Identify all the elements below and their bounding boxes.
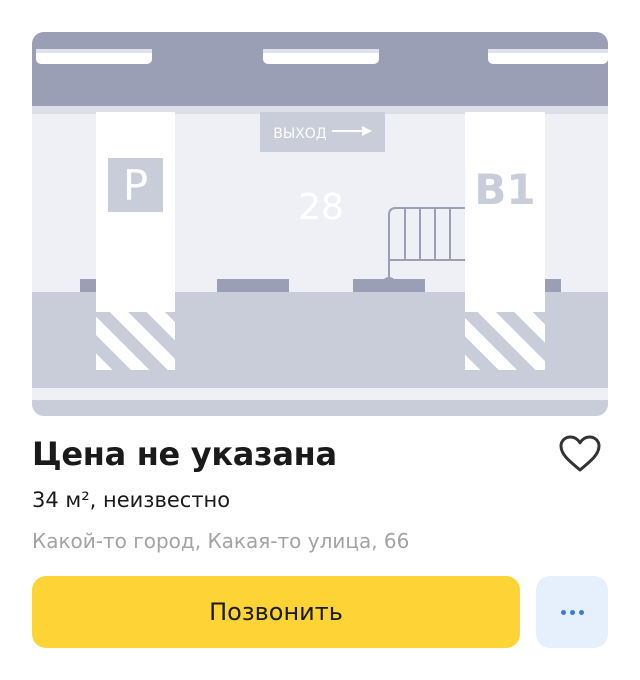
more-options-button[interactable] [536, 576, 608, 648]
price-title: Цена не указана [32, 435, 337, 473]
spot-number-text: 28 [298, 187, 344, 228]
parking-illustration: P B1 ВЫХОД 28 [32, 32, 608, 416]
heart-outline-icon [559, 435, 601, 472]
listing-card[interactable]: P B1 ВЫХОД 28 Цена не указана 34 м², неи… [0, 0, 640, 680]
listing-address: Какой-то город, Какая-то улица, 66 [32, 529, 410, 553]
level-sign-text: B1 [474, 165, 535, 214]
more-dots-icon [560, 609, 584, 615]
favorite-button[interactable] [556, 432, 604, 476]
listing-photo[interactable]: P B1 ВЫХОД 28 [32, 32, 608, 416]
exit-sign-text: ВЫХОД [273, 126, 327, 142]
parking-sign-text: P [123, 161, 148, 210]
call-button[interactable]: Позвонить [32, 576, 520, 648]
listing-details: 34 м², неизвестно [32, 488, 231, 512]
